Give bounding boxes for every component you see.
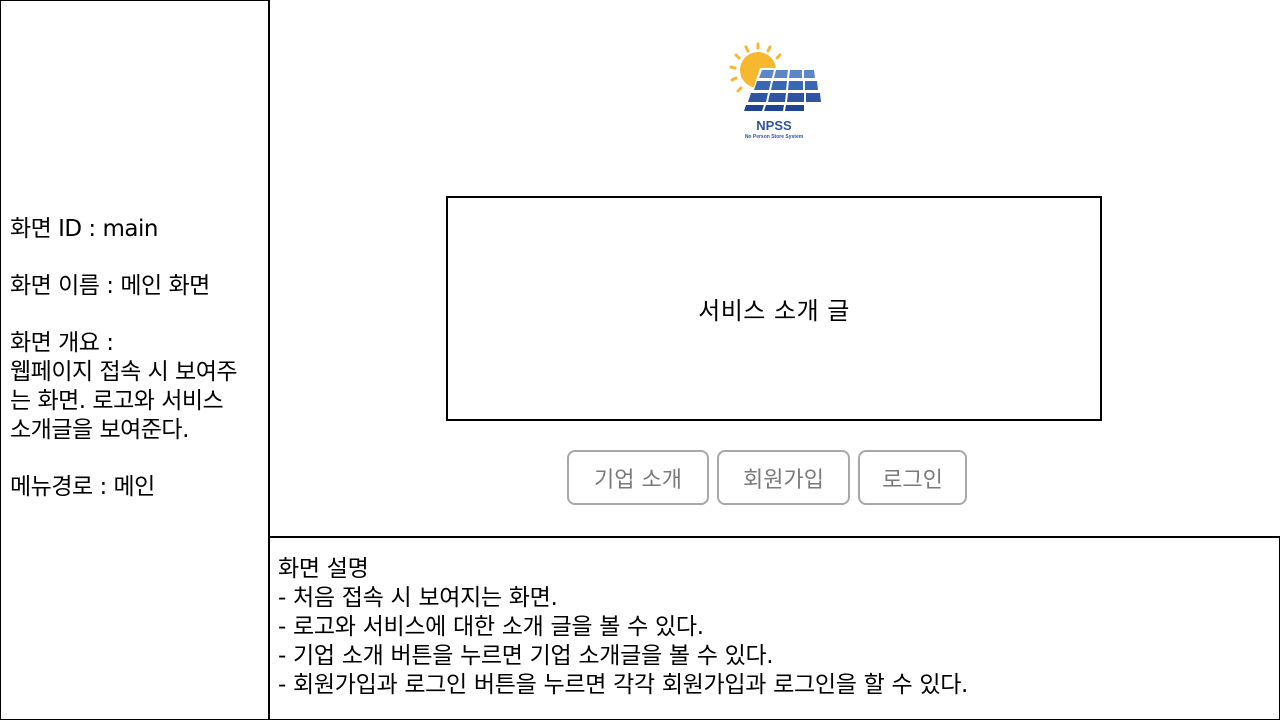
logo-subtitle: No Person Store System <box>744 134 804 140</box>
screen-overview-line: 웹페이지 접속 시 보여주 <box>10 359 238 385</box>
description-line: - 로고와 서비스에 대한 소개 글을 볼 수 있다. <box>278 614 704 640</box>
screen-overview-label: 화면 개요 : <box>10 330 114 356</box>
screen-name: 화면 이름 : 메인 화면 <box>10 273 210 299</box>
screen-meta-panel: 화면 ID : main 화면 이름 : 메인 화면 화면 개요 : 웹페이지 … <box>0 0 270 720</box>
company-intro-button[interactable]: 기업 소개 <box>567 450 709 505</box>
description-line: - 기업 소개 버튼을 누르면 기업 소개글을 볼 수 있다. <box>278 643 774 669</box>
logo-title: NPSS <box>756 118 792 133</box>
screen-overview-line: 소개글을 보여준다. <box>10 417 189 443</box>
signup-button[interactable]: 회원가입 <box>717 450 850 505</box>
npss-logo: NPSS No Person Store System <box>726 40 822 144</box>
description-line: - 처음 접속 시 보여지는 화면. <box>278 585 558 611</box>
description-line: - 회원가입과 로그인 버튼을 누르면 각각 회원가입과 로그인을 할 수 있다… <box>278 672 969 698</box>
description-title: 화면 설명 <box>278 556 369 582</box>
screen-id: 화면 ID : main <box>10 216 158 242</box>
menu-path: 메뉴경로 : 메인 <box>10 474 155 500</box>
login-button[interactable]: 로그인 <box>858 450 967 505</box>
service-intro-box: 서비스 소개 글 <box>446 196 1102 421</box>
screen-meta-info: 화면 ID : main 화면 이름 : 메인 화면 화면 개요 : 웹페이지 … <box>10 215 260 502</box>
screen-overview-line: 는 화면. 로고와 서비스 <box>10 388 224 414</box>
service-intro-text: 서비스 소개 글 <box>698 297 850 325</box>
solar-panel-logo-icon <box>729 42 821 112</box>
main-action-buttons: 기업 소개 회원가입 로그인 <box>567 450 967 505</box>
screen-description-panel: 화면 설명 - 처음 접속 시 보여지는 화면. - 로고와 서비스에 대한 소… <box>268 536 1280 720</box>
